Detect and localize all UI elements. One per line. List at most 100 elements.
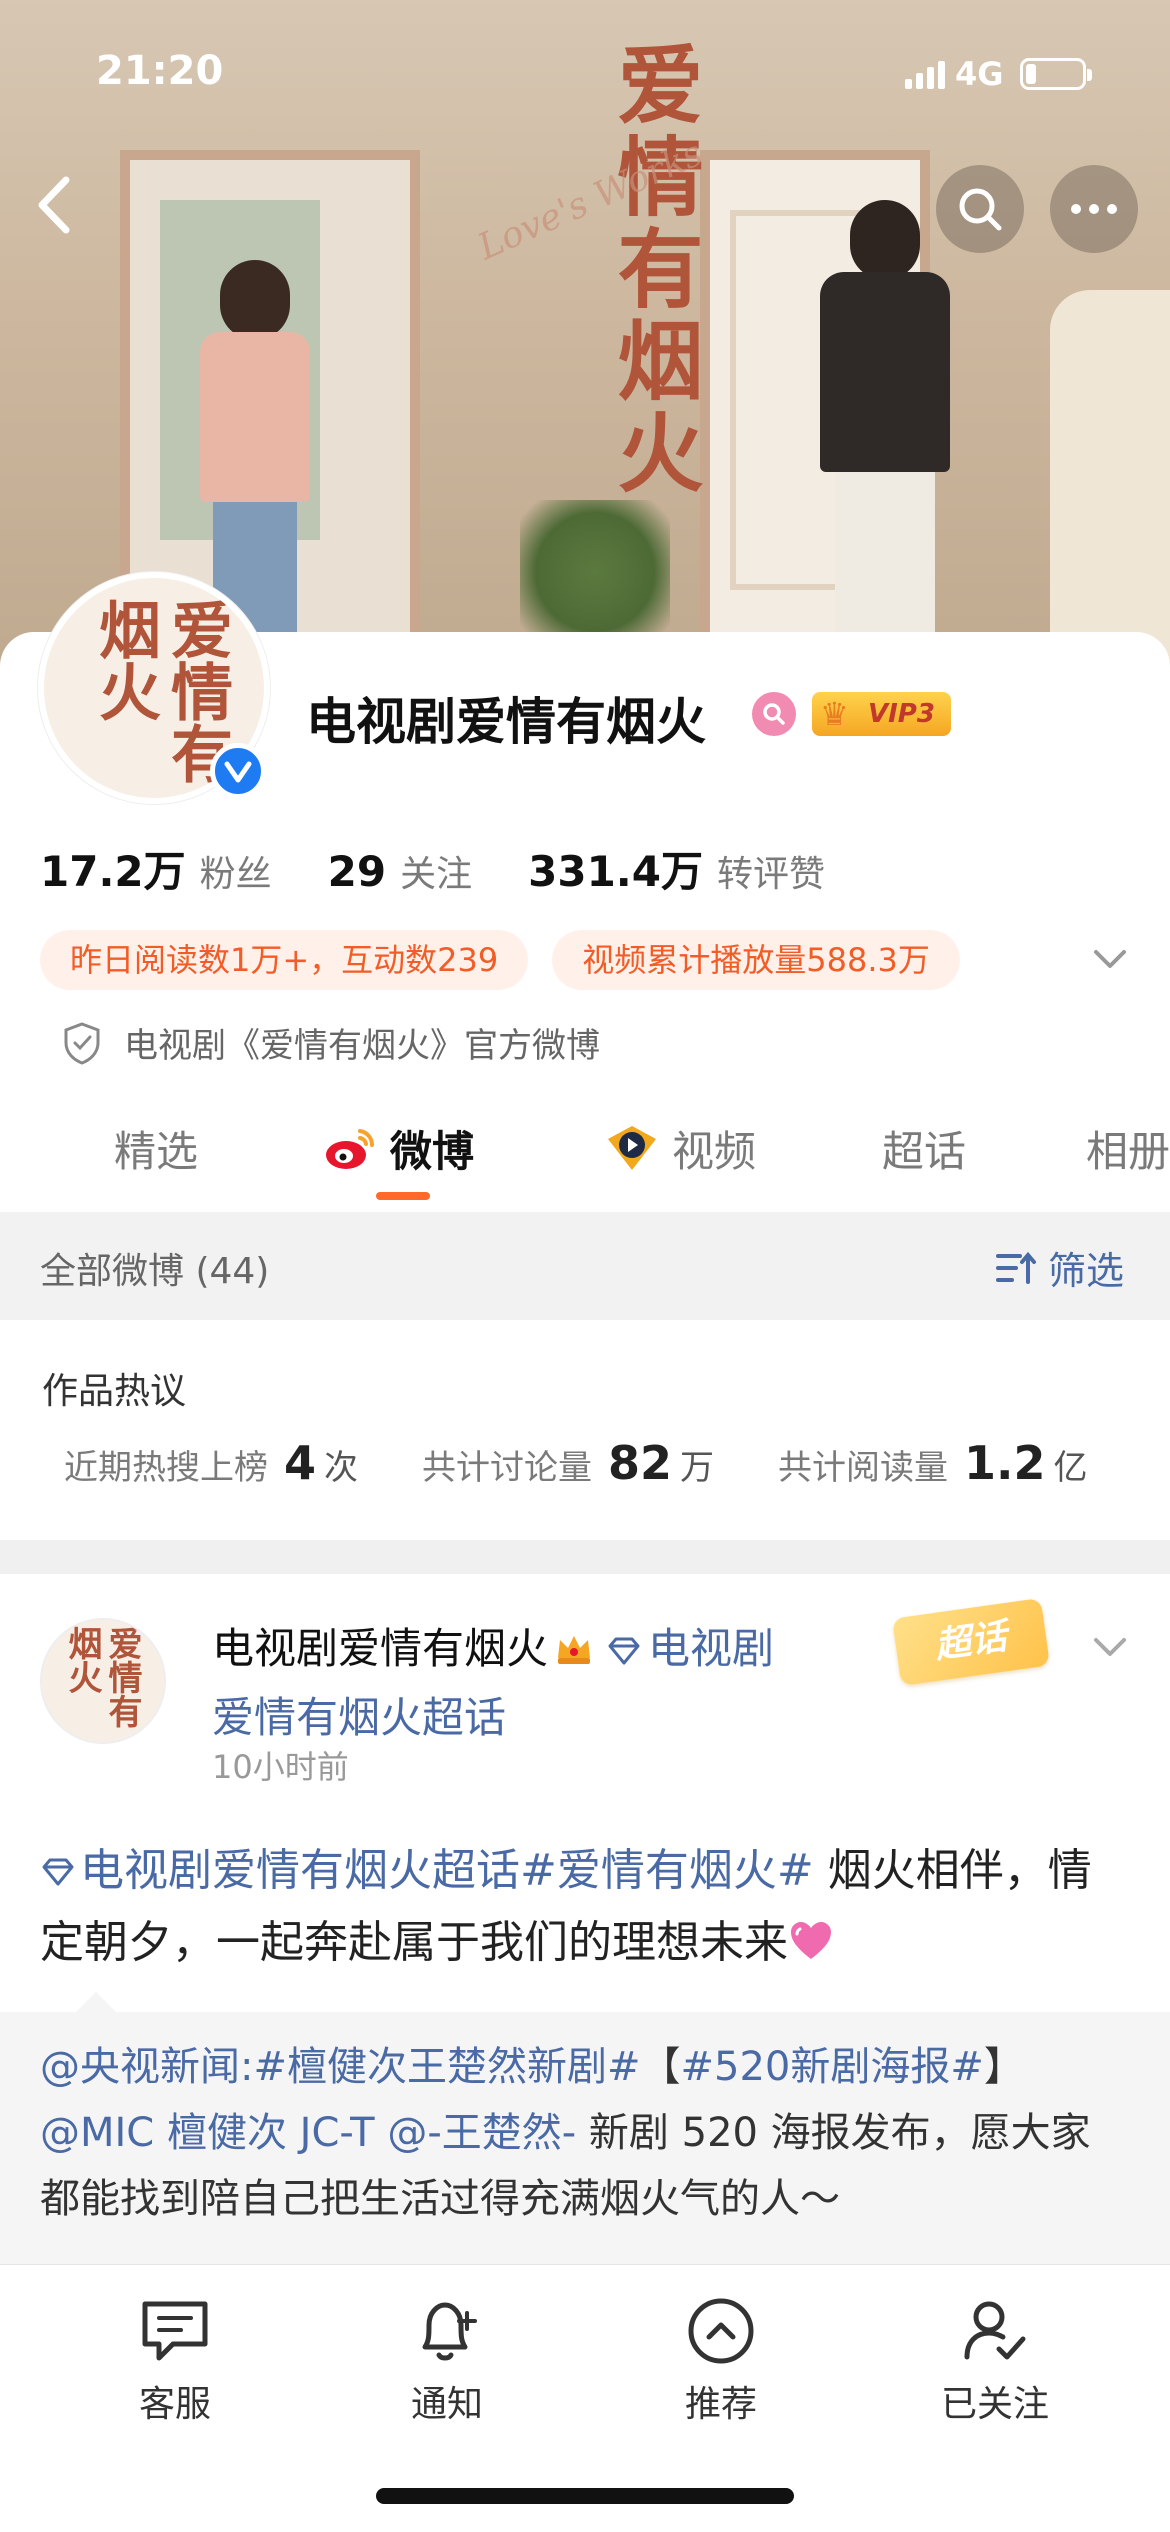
official-text: 电视剧《爱情有烟火》官方微博 [124,1026,600,1066]
tab-label: 精选 [114,1126,199,1176]
more-button[interactable] [1050,165,1138,253]
body-hashtag-link[interactable]: #爱情有烟火# [520,1845,814,1896]
banner-actor [820,200,950,670]
post-author[interactable]: 电视剧爱情有烟火 [212,1624,548,1673]
tab-label: 视频 [672,1126,757,1176]
super-topic-icon[interactable] [752,692,796,736]
profile-tabs: 精选 微博 视频 超话 相册 [0,1108,1170,1204]
home-indicator[interactable] [376,2488,794,2504]
repost-text: @央视新闻:#檀健次王楚然新剧#【#520新剧海报#】 @MIC 檀健次 JC-T… [40,2034,1130,2232]
tab-label: 超话 [882,1126,967,1176]
recommend-button[interactable]: 推荐 [636,2291,806,2427]
network-type: 4G [955,55,1004,93]
hot-number: 82 [608,1436,673,1490]
vip-label: VIP3 [868,699,935,729]
stat-number: 331.4万 [528,847,703,896]
profile-name: 电视剧爱情有烟火 [306,693,706,751]
active-tab-indicator [376,1192,430,1200]
diamond-topic-icon [606,1619,642,1685]
post-avatar[interactable]: 爱情有烟火 [40,1618,166,1744]
hot-unit: 亿 [1053,1448,1088,1488]
video-icon [608,1126,656,1170]
official-info: 电视剧《爱情有烟火》官方微博 [62,1018,600,1067]
hot-unit: 万 [680,1448,715,1488]
tab-label: 相册 [1086,1126,1170,1176]
super-topic-tag[interactable]: 超话 [891,1597,1051,1687]
repost-pointer [76,1992,116,2012]
stat-label: 转评赞 [716,854,825,895]
back-button[interactable] [26,170,86,240]
data-chips: 昨日阅读数1万+，互动数239 视频累计播放量588.3万 [40,930,960,990]
repost-author-link[interactable]: @央视新闻 [40,2044,240,2090]
reposted-content[interactable]: @央视新闻:#檀健次王楚然新剧#【#520新剧海报#】 @MIC 檀健次 JC-T… [0,1992,1170,2272]
profile-stats: 17.2万 粉丝 29 关注 331.4万 转评赞 [40,838,881,899]
post-header: 电视剧爱情有烟火 电视剧爱情有烟火超话 [212,1616,812,1751]
profile-page: 爱情有烟火 Love's Works 21:20 4G 爱情有烟火 电视剧爱情有… [0,0,1170,2532]
feed-post[interactable]: 爱情有烟火 电视剧爱情有烟火 电视剧爱情有烟火超话 10小时前 超话 电视剧爱情有… [0,1574,1170,2272]
repost-space [375,2110,388,2156]
repost-bracket-close: 】 [983,2044,1024,2090]
chip-daily-reads[interactable]: 昨日阅读数1万+，互动数239 [40,930,529,990]
stat-interactions[interactable]: 331.4万 转评赞 [528,838,825,899]
stat-following[interactable]: 29 关注 [328,845,472,897]
hot-label: 近期热搜上榜 [64,1448,268,1488]
following-button[interactable]: 已关注 [910,2291,1080,2427]
signal-icon [905,59,945,89]
repost-hashtag-2[interactable]: #520新剧海报# [681,2044,984,2090]
stat-number: 17.2万 [40,847,186,896]
tab-album[interactable]: 相册 [1086,1108,1170,1188]
diamond-topic-icon [40,1838,76,1908]
tab-super-topic[interactable]: 超话 [882,1108,966,1188]
customer-service-button[interactable]: 客服 [90,2291,260,2427]
status-time: 21:20 [96,48,224,94]
notify-button[interactable]: 通知 [362,2291,532,2427]
user-check-icon [955,2291,1035,2371]
chevron-down-icon [1094,950,1126,968]
chevron-left-icon [38,176,70,234]
chevron-down-icon [1094,1638,1126,1656]
filter-bar: 全部微博 (44) 筛选 [0,1212,1170,1320]
hot-label: 共计讨论量 [422,1448,593,1488]
filter-button[interactable]: 筛选 [994,1240,1124,1295]
up-arrow-icon [681,2291,761,2371]
tab-featured[interactable]: 精选 [114,1108,198,1188]
post-time: 10小时前 [212,1748,349,1786]
hot-number: 1.2 [964,1436,1046,1490]
post-menu-button[interactable] [1090,1632,1130,1666]
hot-label: 共计阅读量 [778,1448,949,1488]
tab-weibo[interactable]: 微博 [322,1108,474,1188]
crown-icon: ♛ [820,695,849,733]
bnav-label: 客服 [138,2384,211,2425]
repost-mention-2[interactable]: @-王楚然- [387,2110,576,2156]
tab-video[interactable]: 视频 [604,1108,756,1188]
shield-icon [64,1021,100,1065]
repost-colon: : [240,2044,254,2090]
hot-stats-row: 近期热搜上榜 4 次 共计讨论量 82 万 共计阅读量 1.2 亿 [64,1436,1088,1490]
crown-badge-icon [554,1619,594,1685]
verified-badge-icon [210,743,266,799]
banner-title: 爱情有烟火 [602,40,703,500]
chip-video-plays[interactable]: 视频累计播放量588.3万 [552,930,960,990]
bnav-label: 已关注 [940,2384,1049,2425]
hot-item-trending: 近期热搜上榜 4 次 [64,1436,358,1490]
stat-label: 关注 [400,854,473,895]
vip-badge[interactable]: ♛ VIP3 [812,692,951,736]
repost-hashtag-1[interactable]: #檀健次王楚然新剧# [253,2044,640,2090]
search-icon [959,188,1002,231]
hot-title: 作品热议 [42,1371,187,1412]
avatar-logo-text: 爱情有烟火 [62,1626,142,1728]
repost-bracket-open: 【 [640,2044,681,2090]
all-posts-count[interactable]: 全部微博 (44) [40,1242,269,1294]
search-button[interactable] [936,165,1024,253]
chat-icon [135,2291,215,2371]
tab-label: 微博 [390,1126,475,1176]
work-hot-discussion[interactable]: 作品热议 近期热搜上榜 4 次 共计讨论量 82 万 共计阅读量 1.2 亿 [0,1320,1170,1540]
filter-sort-icon [995,1251,1036,1284]
body-topic-link[interactable]: 电视剧爱情有烟火超话 [80,1845,520,1896]
stat-followers[interactable]: 17.2万 粉丝 [40,838,272,899]
expand-chips-button[interactable] [1090,944,1130,978]
weibo-icon [326,1129,375,1169]
bnav-label: 通知 [410,2384,483,2425]
repost-mention-1[interactable]: @MIC 檀健次 JC-T [40,2110,375,2156]
pink-heart-icon [791,1922,831,1959]
